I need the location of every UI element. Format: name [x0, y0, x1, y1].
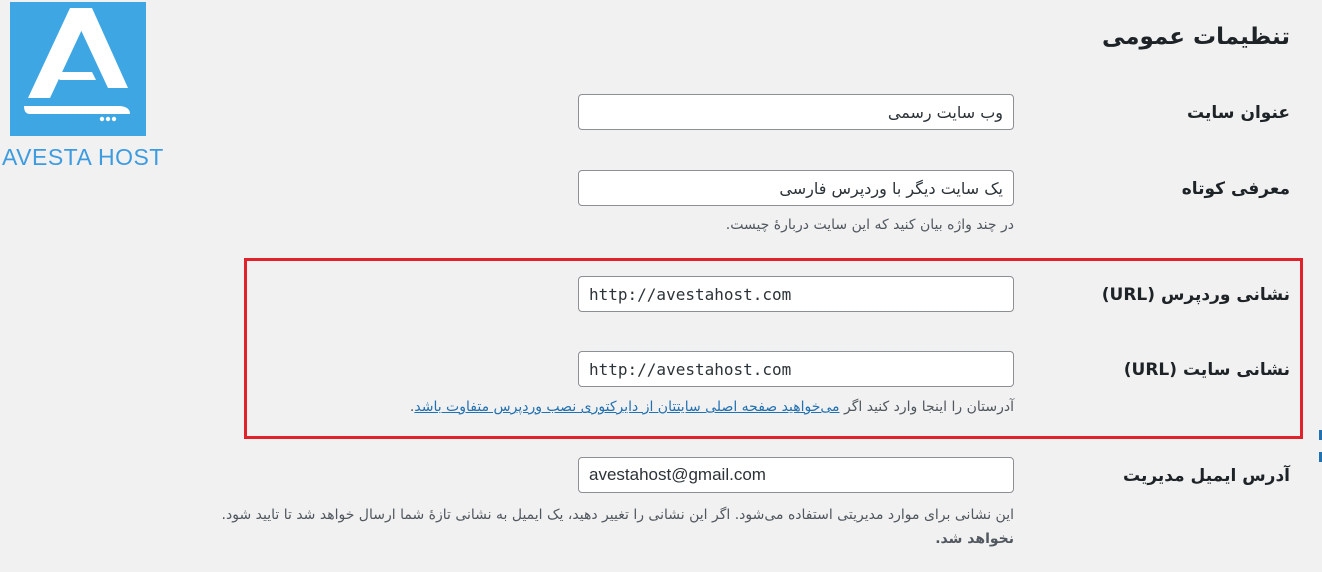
- admin-email-description-line2: نخواهد شد.: [935, 531, 1014, 547]
- wordpress-url-input[interactable]: [578, 276, 1014, 312]
- site-url-label: نشانی سایت (URL): [1123, 360, 1290, 380]
- avesta-logo-icon: [10, 2, 146, 136]
- site-title-label: عنوان سایت: [1187, 103, 1290, 123]
- admin-email-input[interactable]: [578, 457, 1014, 493]
- site-url-description-text: آدرستان را اینجا وارد کنید اگر: [839, 399, 1014, 415]
- wordpress-url-label: نشانی وردپرس (URL): [1101, 285, 1290, 305]
- logo-text: AVESTA HOST: [2, 144, 164, 170]
- site-url-description: آدرستان را اینجا وارد کنید اگر می‌خواهید…: [410, 399, 1014, 415]
- tagline-description: در چند واژه بیان کنید که این سایت درباره…: [725, 217, 1014, 233]
- admin-email-description-line1: این نشانی برای موارد مدیریتی استفاده می‌…: [221, 507, 1014, 523]
- admin-email-description-bold: نخواهد شد.: [935, 531, 1014, 547]
- site-url-description-link[interactable]: می‌خواهید صفحه اصلی سایتتان از دایرکتوری…: [414, 399, 839, 415]
- admin-email-label: آدرس ایمیل مدیریت: [1122, 466, 1290, 486]
- site-title-input[interactable]: [578, 94, 1014, 130]
- page-title: تنظیمات عمومی: [1101, 24, 1290, 50]
- avesta-host-logo: AVESTA HOST: [0, 0, 163, 172]
- tagline-label: معرفی کوتاه: [1181, 179, 1290, 199]
- site-url-input[interactable]: [578, 351, 1014, 387]
- tagline-input[interactable]: [578, 170, 1014, 206]
